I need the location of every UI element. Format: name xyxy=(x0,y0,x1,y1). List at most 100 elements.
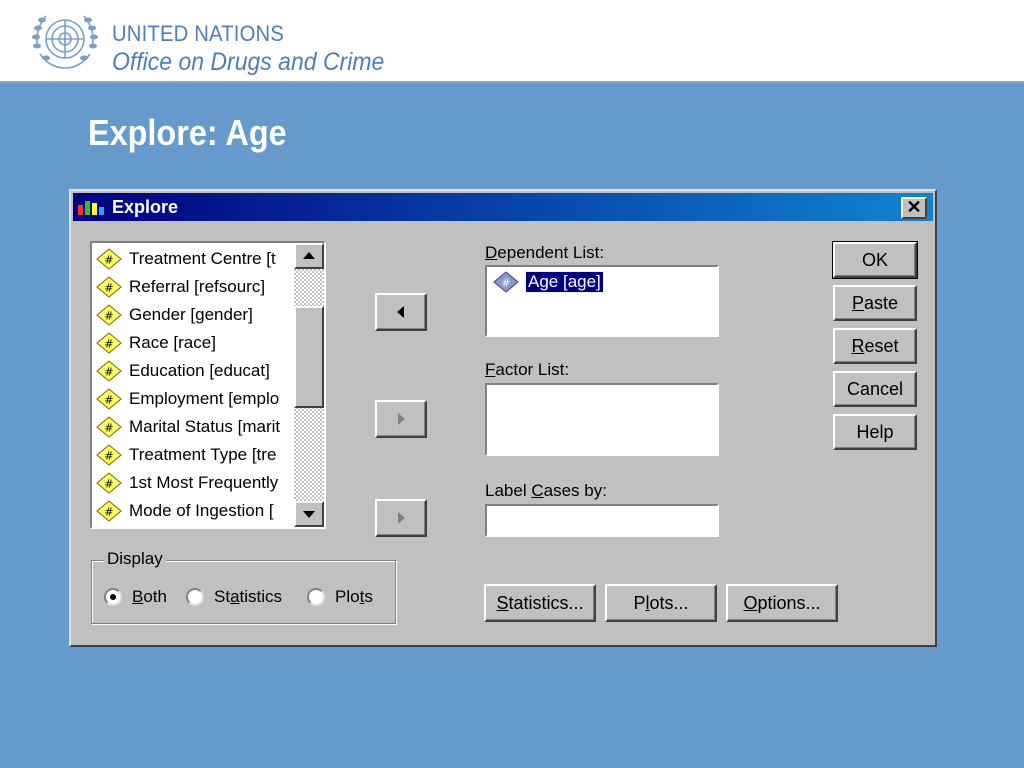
org-name-line1: UNITED NATIONS xyxy=(112,21,285,46)
org-name-line2: Office on Drugs and Crime xyxy=(112,48,385,76)
plots-button-label: Plots... xyxy=(633,592,689,613)
ok-button[interactable]: OK xyxy=(832,241,918,279)
scale-variable-icon: # xyxy=(96,444,122,466)
factor-list-label: Factor List: xyxy=(485,360,570,379)
radio-unselected-icon xyxy=(307,588,325,606)
slide-header: UNITED NATIONS Office on Drugs and Crime xyxy=(0,0,1024,83)
arrow-left-icon xyxy=(397,306,404,318)
variable-list-scrollbar[interactable] xyxy=(294,243,324,527)
ok-button-label: OK xyxy=(861,249,888,270)
list-item-label: Treatment Type [tre xyxy=(129,445,277,464)
explore-dialog: Explore ✕ # Treatment Centre [t # Referral … xyxy=(69,189,937,647)
options-button[interactable]: Options... xyxy=(726,584,838,622)
list-item[interactable]: # Mode of Ingestion [ xyxy=(96,497,274,525)
list-item[interactable]: # Treatment Centre [t xyxy=(96,245,276,273)
options-button-label: Options... xyxy=(743,592,821,613)
svg-text:#: # xyxy=(104,310,113,323)
dependent-list[interactable]: # Age [age] xyxy=(485,265,719,337)
arrow-right-icon xyxy=(398,512,405,524)
svg-text:#: # xyxy=(104,506,113,519)
arrow-right-icon xyxy=(398,413,405,425)
list-item[interactable]: # Race [race] xyxy=(96,329,216,357)
list-item[interactable]: # Treatment Type [tre xyxy=(96,441,276,469)
list-item[interactable]: # Employment [emplo xyxy=(96,385,279,413)
display-plots-label: Plots xyxy=(335,587,373,606)
svg-text:#: # xyxy=(104,422,113,435)
paste-button[interactable]: Paste xyxy=(833,285,917,321)
statistics-button-label: Statistics... xyxy=(496,592,584,613)
svg-text:#: # xyxy=(104,394,113,407)
list-item[interactable]: # Referral [refsourc] xyxy=(96,273,265,301)
arrow-down-icon xyxy=(303,511,315,518)
scroll-up-button[interactable] xyxy=(294,243,324,269)
scroll-down-button[interactable] xyxy=(294,501,324,527)
list-item-label: Race [race] xyxy=(129,333,216,352)
help-button-label: Help xyxy=(856,421,894,442)
scale-variable-icon: # xyxy=(96,304,122,326)
display-groupbox: Display Both Statistics Plots xyxy=(91,549,396,624)
display-both-label: Both xyxy=(132,587,167,606)
move-to-label-button[interactable] xyxy=(375,499,427,537)
scroll-thumb[interactable] xyxy=(294,306,324,408)
list-item-label: 1st Most Frequently xyxy=(129,473,279,492)
scale-variable-icon: # xyxy=(96,416,122,438)
label-cases-field[interactable] xyxy=(485,504,719,537)
list-item-label: Marital Status [marit xyxy=(129,417,281,436)
list-item[interactable]: # Gender [gender] xyxy=(96,301,253,329)
variable-list[interactable]: # Treatment Centre [t # Referral [refsourc]… xyxy=(90,241,326,529)
display-statistics-radio[interactable]: Statistics xyxy=(186,587,282,607)
display-plots-radio[interactable]: Plots xyxy=(307,587,373,607)
list-item[interactable]: # Education [educat] xyxy=(96,357,270,385)
cancel-button[interactable]: Cancel xyxy=(833,371,917,407)
close-icon: ✕ xyxy=(906,197,922,217)
dependent-item-label: Age [age] xyxy=(525,271,604,293)
slide-title: Explore: Age xyxy=(88,112,287,153)
arrow-up-icon xyxy=(303,252,315,259)
scale-variable-icon: # xyxy=(96,360,122,382)
list-item-label: Referral [refsourc] xyxy=(129,277,266,296)
list-item[interactable]: # Age [age] xyxy=(493,271,604,293)
svg-text:#: # xyxy=(104,254,113,267)
list-item[interactable]: #1st Most Frequently xyxy=(96,469,278,497)
statistics-button[interactable]: Statistics... xyxy=(484,584,596,622)
svg-text:#: # xyxy=(104,338,113,351)
svg-text:#: # xyxy=(104,282,113,295)
factor-list[interactable] xyxy=(485,383,719,456)
scale-variable-icon: # xyxy=(96,388,122,410)
dialog-titlebar[interactable]: Explore ✕ xyxy=(73,193,933,221)
cancel-button-label: Cancel xyxy=(846,378,904,399)
radio-unselected-icon xyxy=(186,588,204,606)
move-to-factor-button[interactable] xyxy=(375,400,427,438)
radio-selected-icon xyxy=(104,588,122,606)
dialog-title: Explore xyxy=(112,197,179,217)
reset-button-label: Reset xyxy=(851,335,899,356)
svg-text:#: # xyxy=(104,366,113,379)
svg-text:#: # xyxy=(104,450,113,463)
display-both-radio[interactable]: Both xyxy=(104,587,167,607)
reset-button[interactable]: Reset xyxy=(833,328,917,364)
svg-text:#: # xyxy=(501,277,510,290)
close-button[interactable]: ✕ xyxy=(901,197,927,219)
list-item-label: Treatment Centre [t xyxy=(129,249,276,268)
list-item-label: Education [educat] xyxy=(129,361,270,380)
list-item-label: Mode of Ingestion [ xyxy=(129,501,274,520)
scale-variable-icon: # xyxy=(96,500,122,522)
list-item-label: Gender [gender] xyxy=(129,305,253,324)
paste-button-label: Paste xyxy=(851,292,899,313)
scale-variable-icon: # xyxy=(96,248,122,270)
help-button[interactable]: Help xyxy=(833,414,917,450)
scale-variable-icon: # xyxy=(96,472,122,494)
svg-text:#: # xyxy=(104,478,113,491)
scale-variable-icon: # xyxy=(96,332,122,354)
display-group-title: Display xyxy=(104,549,166,569)
un-emblem-icon xyxy=(32,15,98,69)
scale-variable-icon: # xyxy=(493,271,519,293)
list-item[interactable]: # Marital Status [marit xyxy=(96,413,280,441)
spss-app-icon xyxy=(78,201,104,215)
scale-variable-icon: # xyxy=(96,276,122,298)
dependent-list-label: Dependent List: xyxy=(485,243,605,262)
plots-button[interactable]: Plots... xyxy=(605,584,717,622)
list-item-label: Employment [emplo xyxy=(129,389,280,408)
display-statistics-label: Statistics xyxy=(214,587,283,606)
move-to-dependent-button[interactable] xyxy=(375,293,427,331)
